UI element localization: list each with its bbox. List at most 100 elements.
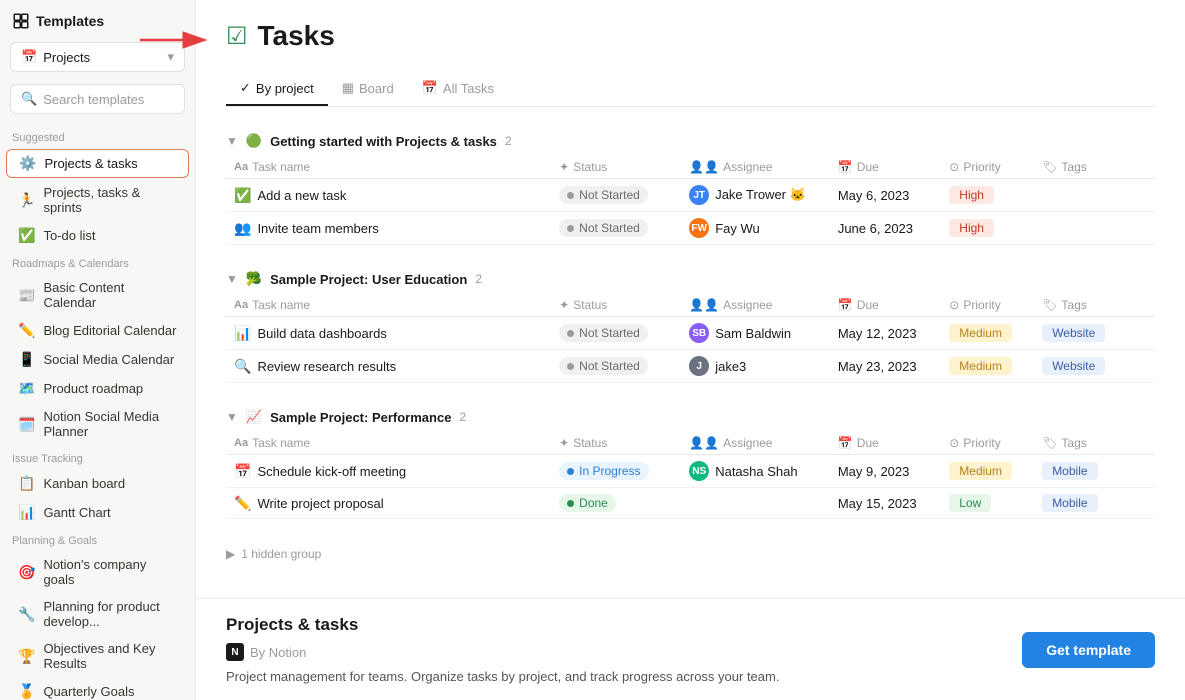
- sidebar: Templates 📅 Projects ▾ 🔍 Search template…: [0, 0, 196, 700]
- group-header: ▼ 🥦 Sample Project: User Education 2: [226, 265, 1155, 293]
- group-header: ▼ 🟢 Getting started with Projects & task…: [226, 127, 1155, 155]
- search-box[interactable]: 🔍 Search templates: [10, 84, 185, 114]
- priority-cell: Low: [941, 488, 1034, 519]
- sidebar-item-blog-editorial[interactable]: ✏️ Blog Editorial Calendar: [6, 317, 189, 344]
- item-emoji: 🗺️: [18, 380, 35, 397]
- cal-icon: 📅: [838, 160, 853, 174]
- sidebar-header: Templates: [0, 0, 195, 38]
- th-status: ✦ Status: [551, 431, 681, 455]
- sidebar-item-social-media[interactable]: 📱 Social Media Calendar: [6, 346, 189, 373]
- group-name: Getting started with Projects & tasks: [270, 134, 497, 149]
- status-badge: Not Started: [559, 357, 648, 375]
- sidebar-item-basic-content[interactable]: 📰 Basic Content Calendar: [6, 275, 189, 315]
- dropdown-label: Projects: [43, 50, 90, 65]
- assignee-cell: SBSam Baldwin: [681, 317, 830, 350]
- group-emoji: 🟢: [246, 133, 262, 149]
- bottom-by: N By Notion: [226, 643, 779, 661]
- chevron-down-icon: ▾: [167, 49, 174, 65]
- by-project-icon: ✓: [240, 80, 251, 96]
- sidebar-item-sprints[interactable]: 🏃 Projects, tasks & sprints: [6, 180, 189, 220]
- th-task-name: Aa Task name: [226, 155, 551, 179]
- tab-label: Board: [359, 81, 394, 96]
- task-status-cell: Not Started: [551, 179, 681, 212]
- sidebar-item-todo[interactable]: ✅ To-do list: [6, 222, 189, 249]
- board-icon: ▦: [342, 80, 354, 96]
- sidebar-item-kanban[interactable]: 📋 Kanban board: [6, 470, 189, 497]
- status-icon: ✦: [559, 298, 569, 312]
- task-name-cell: ✅Add a new task: [226, 179, 551, 212]
- due-cell: May 12, 2023: [830, 317, 941, 350]
- priority-cell: High: [941, 212, 1034, 245]
- sidebar-item-product-planning[interactable]: 🔧 Planning for product develop...: [6, 594, 189, 634]
- assignee-cell: JT Jake Trower 🐱: [681, 179, 830, 212]
- tags-cell: Website: [1034, 350, 1155, 383]
- due-cell: May 15, 2023: [830, 488, 941, 519]
- sidebar-item-notion-social[interactable]: 🗓️ Notion Social Media Planner: [6, 404, 189, 444]
- search-placeholder: Search templates: [43, 92, 144, 107]
- priority-icon: ⊙: [949, 298, 959, 312]
- th-priority: ⊙ Priority: [941, 293, 1034, 317]
- status-icon: ✦: [559, 436, 569, 450]
- sidebar-item-quarterly[interactable]: 🏅 Quarterly Goals: [6, 678, 189, 700]
- tag-badge: Website: [1042, 357, 1105, 375]
- sidebar-item-label: Kanban board: [43, 476, 125, 491]
- task-name: Add a new task: [257, 188, 346, 203]
- by-label: By Notion: [250, 645, 306, 660]
- status-dot: [567, 363, 574, 370]
- main-content: ☑ Tasks ✓ By project ▦ Board 📅 All Tasks…: [196, 0, 1185, 700]
- assignee-cell: NSNatasha Shah: [681, 455, 830, 488]
- task-emoji: ✏️: [234, 495, 251, 512]
- table-row: 📅Schedule kick-off meeting In Progress N…: [226, 455, 1155, 488]
- aa-icon: Aa: [234, 299, 248, 311]
- task-name: Review research results: [257, 359, 396, 374]
- collapse-icon[interactable]: ▼: [226, 410, 238, 424]
- tab-by-project[interactable]: ✓ By project: [226, 72, 328, 106]
- group-name: Sample Project: Performance: [270, 410, 451, 425]
- status-dot: [567, 192, 574, 199]
- th-priority: ⊙ Priority: [941, 431, 1034, 455]
- collapse-icon[interactable]: ▼: [226, 134, 238, 148]
- task-status-cell: Not Started: [551, 212, 681, 245]
- chevron-right-icon: ▶: [226, 547, 235, 561]
- sidebar-item-label: Projects, tasks & sprints: [43, 185, 177, 215]
- sidebar-item-product-roadmap[interactable]: 🗺️ Product roadmap: [6, 375, 189, 402]
- task-status-cell: In Progress: [551, 455, 681, 488]
- due-date: May 23, 2023: [838, 359, 917, 374]
- group-user-education: ▼ 🥦 Sample Project: User Education 2 Aa …: [226, 265, 1155, 383]
- item-emoji: 🗓️: [18, 416, 35, 433]
- tag-badge: Website: [1042, 324, 1105, 342]
- get-template-button[interactable]: Get template: [1022, 632, 1155, 668]
- assignee-name: Natasha Shah: [715, 464, 797, 479]
- th-tags: 🏷 Tags: [1034, 155, 1155, 179]
- tab-all-tasks[interactable]: 📅 All Tasks: [408, 72, 508, 106]
- th-due: 📅 Due: [830, 431, 941, 455]
- sidebar-item-label: Objectives and Key Results: [43, 641, 177, 671]
- group-count: 2: [459, 410, 466, 424]
- th-priority: ⊙ Priority: [941, 155, 1034, 179]
- tab-bar: ✓ By project ▦ Board 📅 All Tasks: [226, 72, 1155, 107]
- sidebar-item-label: Social Media Calendar: [43, 352, 174, 367]
- assignee-cell: [681, 488, 830, 519]
- sidebar-item-okr[interactable]: 🏆 Objectives and Key Results: [6, 636, 189, 676]
- due-date: May 15, 2023: [838, 496, 917, 511]
- priority-cell: Medium: [941, 350, 1034, 383]
- assignee-cell: FWFay Wu: [681, 212, 830, 245]
- tag-badge: Mobile: [1042, 494, 1097, 512]
- priority-badge: High: [949, 219, 994, 237]
- tab-board[interactable]: ▦ Board: [328, 72, 408, 106]
- sidebar-item-gantt[interactable]: 📊 Gantt Chart: [6, 499, 189, 526]
- item-emoji: ⚙️: [19, 155, 36, 172]
- table-row: ✅Add a new task Not Started JT Jake Trowe…: [226, 179, 1155, 212]
- sidebar-item-company-goals[interactable]: 🎯 Notion's company goals: [6, 552, 189, 592]
- tag-badge: Mobile: [1042, 462, 1097, 480]
- hidden-group[interactable]: ▶ 1 hidden group: [226, 539, 1155, 569]
- assignee-name: Jake Trower 🐱: [715, 187, 806, 203]
- tag-icon: 🏷: [1042, 298, 1057, 312]
- avatar: JT: [689, 185, 709, 205]
- due-date: May 6, 2023: [838, 188, 910, 203]
- projects-dropdown[interactable]: 📅 Projects ▾: [10, 42, 185, 72]
- sidebar-item-projects-tasks[interactable]: ⚙️ Projects & tasks: [6, 149, 189, 178]
- collapse-icon[interactable]: ▼: [226, 272, 238, 286]
- table-row: 👥Invite team members Not Started FWFay W…: [226, 212, 1155, 245]
- status-dot: [567, 330, 574, 337]
